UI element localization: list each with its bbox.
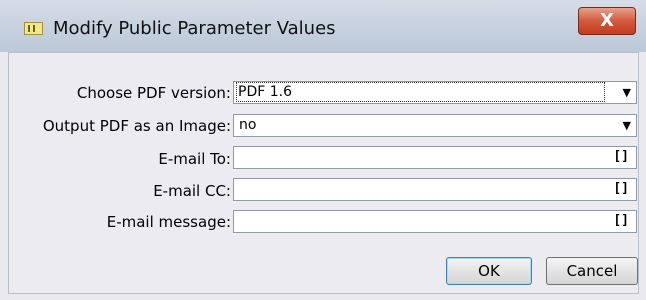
ok-button[interactable]: OK bbox=[446, 257, 532, 285]
cancel-button[interactable]: Cancel bbox=[546, 257, 638, 285]
list-brackets-icon[interactable]: [] bbox=[613, 181, 629, 196]
email-message-field[interactable]: [] bbox=[233, 210, 637, 233]
dropdown-arrow-icon[interactable]: ▼ bbox=[623, 86, 631, 99]
dropdown-arrow-icon[interactable]: ▼ bbox=[623, 119, 631, 132]
pdf-version-label: Choose PDF version: bbox=[76, 84, 231, 102]
title-bar[interactable]: Modify Public Parameter Values X bbox=[0, 0, 646, 52]
list-brackets-icon[interactable]: [] bbox=[613, 213, 629, 228]
close-button[interactable]: X bbox=[578, 7, 636, 35]
output-as-image-value: no bbox=[239, 117, 257, 133]
window-title: Modify Public Parameter Values bbox=[53, 18, 336, 39]
output-as-image-label: Output PDF as an Image: bbox=[42, 117, 231, 135]
email-to-label: E-mail To: bbox=[158, 150, 231, 168]
email-cc-label: E-mail CC: bbox=[153, 182, 231, 200]
close-icon: X bbox=[600, 10, 614, 31]
email-to-field[interactable]: [] bbox=[233, 146, 637, 169]
dialog-window: Modify Public Parameter Values X Choose … bbox=[0, 0, 646, 300]
email-cc-field[interactable]: [] bbox=[233, 178, 637, 201]
output-as-image-dropdown[interactable]: no ▼ bbox=[233, 114, 637, 137]
list-brackets-icon[interactable]: [] bbox=[613, 149, 629, 164]
pdf-version-dropdown[interactable]: PDF 1.6 ▼ bbox=[233, 81, 637, 104]
email-message-label: E-mail message: bbox=[106, 213, 231, 231]
app-icon bbox=[24, 22, 43, 35]
pdf-version-value: PDF 1.6 bbox=[236, 82, 605, 102]
